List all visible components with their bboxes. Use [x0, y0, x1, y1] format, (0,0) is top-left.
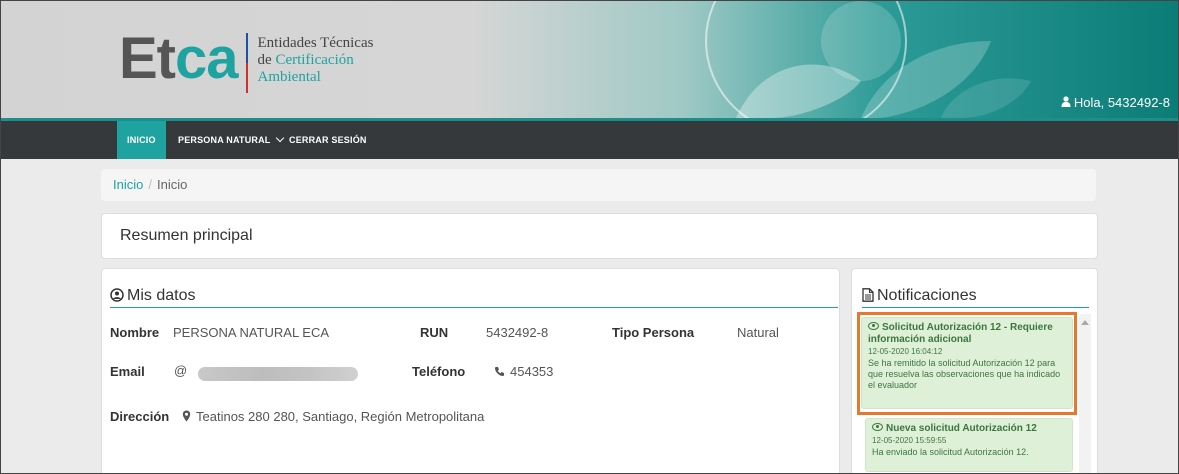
mis-datos-title: Mis datos [110, 286, 195, 305]
email-label: Email [110, 364, 145, 379]
map-marker-icon [182, 410, 191, 422]
mis-datos-title-text: Mis datos [127, 287, 196, 304]
email-redacted-value [198, 367, 358, 381]
breadcrumb: Inicio / Inicio [101, 169, 1096, 201]
user-circle-icon [110, 288, 124, 302]
breadcrumb-link-inicio[interactable]: Inicio [113, 177, 143, 192]
nav-inicio[interactable]: INICIO [117, 121, 166, 159]
run-value: 5432492-8 [486, 325, 549, 340]
notification-body: Ha enviado la solicitud Autorización 12. [872, 447, 1029, 457]
logo-line-2: de Certificación [258, 52, 374, 69]
logo-divider [245, 33, 248, 93]
site-header: Etca Entidades Técnicas de Certificación… [1, 1, 1178, 118]
email-at-icon: @ [174, 363, 188, 378]
document-icon [862, 288, 874, 302]
telefono-value-wrap: 454353 [494, 364, 553, 379]
main-nav: INICIO PERSONA NATURAL CERRAR SESIÓN [1, 118, 1178, 159]
logo-word-et: Et [119, 26, 176, 91]
nombre-value: PERSONA NATURAL ECA [173, 325, 330, 340]
nav-persona-label: PERSONA NATURAL [178, 135, 271, 145]
notification-title-wrap: Nueva solicitud Autorización 12 [872, 423, 1066, 435]
mis-datos-panel: Mis datos Nombre PERSONA NATURAL ECA RUN… [101, 268, 840, 473]
logo-word-ca: ca [175, 26, 239, 91]
tipo-persona-label: Tipo Persona [612, 325, 695, 340]
tipo-persona-value: Natural [737, 325, 779, 340]
page-title: Resumen principal [120, 227, 253, 244]
resumen-panel: Resumen principal [101, 213, 1098, 259]
notificaciones-title: Notificaciones [862, 286, 977, 305]
user-icon [1061, 96, 1071, 107]
logo-text: Entidades Técnicas de Certificación Ambi… [258, 35, 374, 86]
user-greeting[interactable]: Hola, 5432492-8 [1061, 95, 1170, 110]
direccion-value-wrap: Teatinos 280 280, Santiago, Región Metro… [182, 409, 484, 424]
logo-line-2a: de [257, 52, 276, 68]
mis-datos-divider [110, 307, 838, 308]
page: Etca Entidades Técnicas de Certificación… [0, 0, 1179, 474]
scroll-up-arrow-icon[interactable] [1081, 320, 1089, 325]
notification-title: Nueva solicitud Autorización 12 [886, 423, 1037, 434]
logo-wordmark: Etca [119, 26, 239, 91]
logo-line-3: Ambiental [257, 69, 321, 85]
notification-date: 12-05-2020 15:59:55 [872, 436, 947, 445]
notification-item[interactable]: Nueva solicitud Autorización 12 12-05-20… [865, 418, 1073, 472]
notificaciones-divider [862, 307, 1089, 308]
chevron-down-icon [275, 133, 284, 143]
breadcrumb-current: Inicio [156, 177, 188, 192]
direccion-value: Teatinos 280 280, Santiago, Región Metro… [196, 409, 485, 424]
logo-line-1: Entidades Técnicas [257, 35, 374, 51]
direccion-label: Dirección [110, 409, 170, 424]
notifications-scrollbar[interactable] [1079, 314, 1091, 473]
telefono-value: 454353 [510, 364, 554, 379]
breadcrumb-separator: / [148, 177, 152, 192]
phone-icon [495, 367, 504, 376]
nombre-label: Nombre [110, 325, 160, 340]
nav-persona-natural[interactable]: PERSONA NATURAL [178, 121, 284, 159]
eye-icon [872, 423, 883, 431]
nav-cerrar-sesion[interactable]: CERRAR SESIÓN [289, 121, 367, 159]
logo-line-2b: Certificación [275, 52, 354, 68]
run-label: RUN [420, 325, 449, 340]
etca-logo[interactable]: Etca Entidades Técnicas de Certificación… [119, 29, 373, 93]
notificaciones-title-text: Notificaciones [877, 287, 977, 304]
annotation-highlight-box [857, 312, 1077, 415]
greeting-text: Hola, 5432492-8 [1073, 95, 1170, 110]
telefono-label: Teléfono [412, 364, 466, 379]
